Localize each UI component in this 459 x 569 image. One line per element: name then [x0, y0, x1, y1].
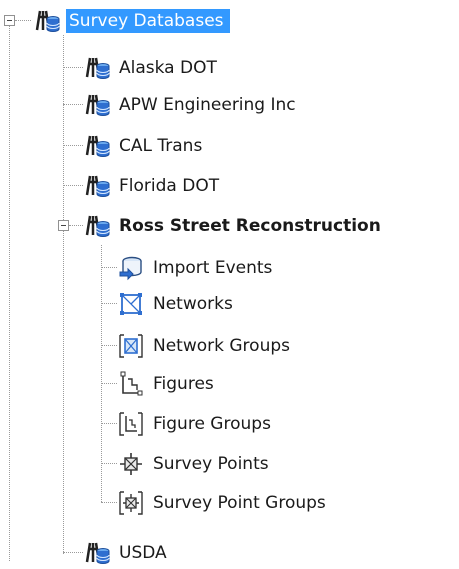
tree-node-label: Networks [153, 294, 233, 314]
collapse-ross-street-toggle[interactable] [58, 220, 69, 231]
tree-connector [63, 104, 83, 105]
tree-connector [63, 67, 83, 68]
survey-database-icon [82, 91, 112, 119]
tree-node-ross-street-reconstruction[interactable]: Ross Street Reconstruction [82, 210, 384, 242]
tree-connector [15, 20, 31, 21]
tree-node-survey-point-groups[interactable]: Survey Point Groups [116, 487, 329, 519]
tree-node-label: USDA [119, 543, 167, 563]
tree-node-cal-trans[interactable]: CAL Trans [82, 130, 205, 162]
survey-points-icon [116, 450, 146, 478]
tree-node-import-events[interactable]: Import Events [116, 252, 275, 284]
import-events-icon [116, 254, 146, 282]
tree-node-figure-groups[interactable]: Figure Groups [116, 408, 274, 440]
tree-connector [101, 303, 117, 304]
tree-connector [101, 383, 117, 384]
tree-connector [63, 552, 83, 553]
tree-node-figures[interactable]: Figures [116, 368, 217, 400]
collapse-root-toggle[interactable] [4, 15, 15, 26]
survey-database-icon [82, 539, 112, 567]
tree-node-label: Survey Point Groups [153, 493, 326, 513]
tree-node-network-groups[interactable]: Network Groups [116, 330, 293, 362]
tree-node-label: Network Groups [153, 336, 290, 356]
figure-groups-icon [116, 410, 146, 438]
tree-connector [69, 225, 83, 226]
tree-node-label: APW Engineering Inc [119, 95, 296, 115]
networks-icon [116, 290, 146, 318]
tree-node-survey-points[interactable]: Survey Points [116, 448, 272, 480]
tree-node-alaska-dot[interactable]: Alaska DOT [82, 52, 220, 84]
tree-node-label: Survey Points [153, 454, 269, 474]
tree-node-florida-dot[interactable]: Florida DOT [82, 170, 222, 202]
tree-node-networks[interactable]: Networks [116, 288, 236, 320]
tree-node-label: Figures [153, 374, 214, 394]
tree-connector [101, 345, 117, 346]
tree-node-label: Import Events [153, 258, 273, 278]
survey-point-groups-icon [116, 489, 146, 517]
tree-node-label: Figure Groups [153, 414, 271, 434]
tree-connector [101, 463, 117, 464]
tree-node-label: Survey Databases [66, 9, 230, 33]
tree-node-label: Florida DOT [119, 176, 220, 196]
survey-database-icon [82, 132, 112, 160]
tree-connector [63, 35, 64, 554]
tree-connector [9, 26, 10, 561]
survey-database-icon [82, 54, 112, 82]
survey-database-icon [82, 212, 112, 240]
tree-connector [63, 185, 83, 186]
tree-node-usda[interactable]: USDA [82, 537, 170, 569]
tree-node-label: CAL Trans [119, 136, 203, 156]
tree-connector [101, 267, 117, 268]
tree-connector [101, 423, 117, 424]
tree-node-label: Ross Street Reconstruction [119, 216, 381, 236]
survey-database-icon [32, 7, 62, 35]
figures-icon [116, 370, 146, 398]
tree-node-survey-databases[interactable]: Survey Databases [32, 5, 230, 37]
survey-database-icon [82, 172, 112, 200]
tree-node-apw-engineering[interactable]: APW Engineering Inc [82, 89, 299, 121]
network-groups-icon [116, 332, 146, 360]
tree-connector [101, 502, 117, 503]
survey-database-tree: Survey Databases Alaska DOT APW Engineer… [0, 0, 459, 564]
tree-connector [63, 145, 83, 146]
tree-node-label: Alaska DOT [119, 58, 217, 78]
